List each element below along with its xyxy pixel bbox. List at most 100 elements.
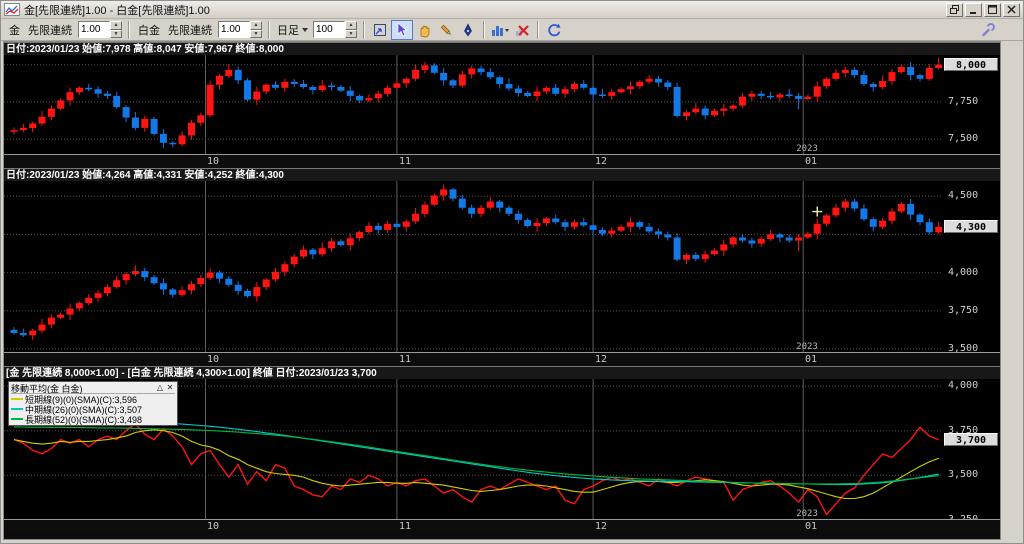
pen-icon — [464, 22, 472, 37]
timeframe-label: 日足 — [277, 24, 299, 37]
spread-gold-price: 8,000 — [64, 368, 90, 379]
year-label: 2023 — [796, 509, 818, 519]
gold-time-axis: 10 11 12 01 — [4, 154, 1000, 168]
spin-up-icon[interactable]: ▲ — [345, 21, 357, 30]
platinum-multiplier-stepper[interactable]: ▲▼ — [218, 21, 262, 38]
legend-collapse-button[interactable]: △ — [155, 383, 165, 393]
platinum-daily-canvas: 2023 — [4, 181, 942, 352]
moving-average-legend[interactable]: 移動平均(金 白金) △ ✕ 短期線(9)(0)(SMA)(C):3,596 中期… — [8, 381, 178, 426]
settings-button[interactable] — [977, 20, 999, 40]
platinum-price-axis: 4,500 4,000 3,750 3,500 4,300 — [942, 181, 1000, 354]
gold-contract-label: 先限連続 — [28, 24, 72, 37]
axis-tick-label: 4,500 — [948, 190, 979, 201]
chevron-down-icon — [302, 27, 308, 32]
toolbar-separator — [483, 20, 485, 39]
platinum-ohlc-readout: 日付:2023/01/23 始値:4,264 高値:4,331 安値:4,252… — [6, 170, 284, 181]
pan-tool-button[interactable] — [413, 20, 435, 40]
spin-down-icon[interactable]: ▼ — [110, 29, 122, 38]
chart-frame-tool-button[interactable] — [369, 20, 391, 40]
hand-icon — [420, 25, 430, 37]
legend-line-swatch — [11, 418, 23, 420]
pen-tool-button[interactable] — [457, 20, 479, 40]
indicator-chart-button[interactable] — [489, 20, 511, 40]
gold-candlestick-plot[interactable]: 2023 — [4, 55, 942, 154]
toolbar: 金 先限連続 ▲▼ 白金 先限連続 ▲▼ 日足 ▲▼ — [1, 19, 1023, 41]
spread-time-axis: 10 11 12 01 — [4, 519, 1000, 533]
legend-row-label: 長期線(52)(0)(SMA)(C):3,498 — [25, 414, 143, 425]
spin-down-icon[interactable]: ▼ — [250, 29, 262, 38]
month-label: 10 — [207, 354, 220, 365]
month-label: 01 — [805, 354, 818, 365]
month-label: 12 — [595, 354, 608, 365]
delete-chart-icon — [516, 24, 529, 36]
new-window-button[interactable] — [946, 2, 963, 17]
toolbar-separator — [268, 20, 270, 39]
spread-formula-rest: ×1.00] - [白金 先限連続 4,300×1.00] 終値 日付:2023… — [89, 368, 377, 379]
bar-count-input[interactable] — [313, 21, 345, 38]
wrench-icon — [982, 22, 995, 36]
legend-line-swatch — [11, 398, 23, 400]
spread-price-axis: 4,0003,7503,5003,2503,700 — [942, 379, 1000, 525]
select-arrow-icon — [397, 21, 408, 36]
refresh-button[interactable] — [543, 20, 565, 40]
toolbar-separator — [537, 20, 539, 39]
legend-row: 長期線(52)(0)(SMA)(C):3,498 — [11, 414, 175, 425]
platinum-symbol-label: 白金 — [138, 24, 160, 37]
platinum-time-axis: 10 11 12 01 — [4, 352, 1000, 366]
spin-down-icon[interactable]: ▼ — [345, 29, 357, 38]
crosshair-marker — [812, 206, 823, 217]
select-tool-button[interactable] — [391, 19, 413, 40]
toolbar-separator — [363, 20, 365, 39]
horizontal-scroll-strip[interactable] — [3, 532, 1001, 540]
spread-panel-header: [金 先限連続 8,000×1.00] - [白金 先限連続 4,300×1.0… — [4, 366, 1000, 379]
bar-count-stepper[interactable]: ▲▼ — [313, 21, 357, 38]
minimize-button[interactable] — [965, 2, 982, 17]
close-button[interactable] — [1003, 2, 1020, 17]
gold-multiplier-input[interactable] — [78, 21, 110, 38]
axis-tick-label: 7,500 — [948, 133, 979, 144]
month-label: 10 — [207, 521, 220, 532]
toolbar-separator — [128, 20, 130, 39]
timeframe-dropdown[interactable]: 日足 — [274, 21, 311, 39]
spin-up-icon[interactable]: ▲ — [250, 21, 262, 30]
axis-tick-label: 4,000 — [948, 267, 979, 278]
last-price-box: 8,000 — [944, 58, 998, 71]
chart-frame-icon — [374, 23, 386, 36]
spread-close-line — [13, 422, 939, 516]
platinum-panel-header: 日付:2023/01/23 始値:4,264 高値:4,331 安値:4,252… — [4, 168, 1000, 181]
gold-symbol-label: 金 — [9, 24, 20, 37]
maximize-button[interactable] — [984, 2, 1001, 17]
gold-multiplier-stepper[interactable]: ▲▼ — [78, 21, 122, 38]
platinum-multiplier-input[interactable] — [218, 21, 250, 38]
app-chart-icon — [4, 3, 20, 16]
window-title: 金[先限連続]1.00 - 白金[先限連続]1.00 — [24, 4, 210, 17]
axis-tick-label: 3,750 — [948, 305, 979, 316]
axis-tick-label: 4,000 — [948, 380, 979, 391]
platinum-contract-label: 先限連続 — [168, 24, 212, 37]
month-label: 10 — [207, 156, 220, 167]
platinum-candlestick-plot[interactable]: 2023 — [4, 181, 942, 352]
month-label: 11 — [399, 354, 412, 365]
legend-close-button[interactable]: ✕ — [165, 383, 175, 393]
last-price-box: 4,300 — [944, 220, 998, 233]
month-label: 12 — [595, 156, 608, 167]
gold-panel-header: 日付:2023/01/23 始値:7,978 高値:8,047 安値:7,967… — [4, 42, 1000, 55]
month-label: 01 — [805, 521, 818, 532]
chart-application-window: 金[先限連続]1.00 - 白金[先限連続]1.00 金 先限連続 ▲▼ 白金 … — [0, 0, 1024, 544]
gold-ohlc-readout: 日付:2023/01/23 始値:7,978 高値:8,047 安値:7,967… — [6, 44, 284, 55]
month-label: 01 — [805, 156, 818, 167]
gold-price-axis: 7,750 7,500 8,000 — [942, 55, 1000, 154]
spread-line-plot[interactable]: 移動平均(金 白金) △ ✕ 短期線(9)(0)(SMA)(C):3,596 中期… — [4, 379, 942, 519]
pencil-icon — [440, 24, 451, 35]
spin-up-icon[interactable]: ▲ — [110, 21, 122, 30]
year-label: 2023 — [796, 342, 818, 352]
refresh-icon — [548, 23, 561, 36]
delete-indicator-button[interactable] — [511, 20, 533, 40]
axis-tick-label: 7,750 — [948, 96, 979, 107]
bar-chart-icon — [492, 25, 509, 36]
charts-area: 日付:2023/01/23 始値:7,978 高値:8,047 安値:7,967… — [3, 41, 1001, 533]
year-label: 2023 — [796, 144, 818, 154]
pencil-tool-button[interactable] — [435, 20, 457, 40]
titlebar[interactable]: 金[先限連続]1.00 - 白金[先限連続]1.00 — [1, 1, 1023, 19]
legend-line-swatch — [11, 408, 23, 410]
